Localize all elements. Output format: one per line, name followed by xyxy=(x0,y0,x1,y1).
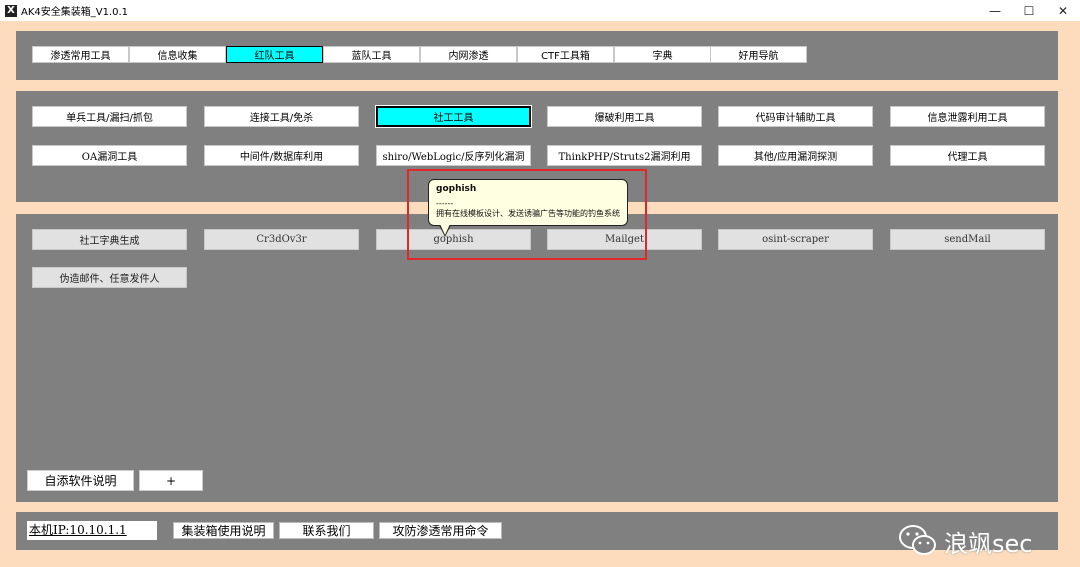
tooltip-separator: ------ xyxy=(436,199,454,208)
tooltip-tail-fill xyxy=(440,224,450,235)
tab-info-gathering[interactable]: 信息收集 xyxy=(129,46,226,63)
category-button[interactable]: OA漏洞工具 xyxy=(32,145,187,166)
local-ip-field: 本机IP:10.10.1.1 xyxy=(27,521,157,540)
tab-pentest-tools[interactable]: 渗透常用工具 xyxy=(32,46,129,63)
usage-guide-button[interactable]: 集装箱使用说明 xyxy=(173,522,274,539)
minimize-button[interactable]: — xyxy=(978,0,1012,21)
tooltip-description: 拥有在线模板设计、发送诱骗广告等功能的钓鱼系统 xyxy=(436,209,620,218)
category-button[interactable]: 代码审计辅助工具 xyxy=(718,106,873,127)
tab-intranet[interactable]: 内网渗透 xyxy=(420,46,517,63)
local-ip-label: 本机IP:10.10.1.1 xyxy=(29,523,127,537)
tab-dictionary[interactable]: 字典 xyxy=(614,46,711,63)
category-button[interactable]: 代理工具 xyxy=(890,145,1045,166)
contact-us-button[interactable]: 联系我们 xyxy=(279,522,374,539)
window-title: AK4安全集装箱_V1.0.1 xyxy=(21,7,129,18)
common-commands-button[interactable]: 攻防渗透常用命令 xyxy=(379,522,502,539)
category-button[interactable]: shiro/WebLogic/反序列化漏洞 xyxy=(376,145,531,166)
watermark-text: 浪飒sec xyxy=(944,529,1033,558)
tab-ctf[interactable]: CTF工具箱 xyxy=(517,46,614,63)
category-button[interactable]: 单兵工具/漏扫/抓包 xyxy=(32,106,187,127)
tool-button[interactable]: 社工字典生成 xyxy=(32,229,187,250)
tool-button[interactable]: osint-scraper xyxy=(718,229,873,250)
category-button[interactable]: 连接工具/免杀 xyxy=(204,106,359,127)
wechat-icon xyxy=(899,525,936,555)
self-add-explain-button[interactable]: 自添软件说明 xyxy=(27,470,134,491)
category-button[interactable]: ThinkPHP/Struts2漏洞利用 xyxy=(547,145,702,166)
tab-red-team[interactable]: 红队工具 xyxy=(226,46,323,63)
category-button[interactable]: 中间件/数据库利用 xyxy=(204,145,359,166)
tab-navigation[interactable]: 好用导航 xyxy=(710,46,807,63)
tool-button[interactable]: 伪造邮件、任意发件人 xyxy=(32,267,187,288)
maximize-button[interactable]: ☐ xyxy=(1012,0,1046,21)
category-button-social-engineering[interactable]: 社工工具 xyxy=(375,105,532,128)
close-button[interactable]: ✕ xyxy=(1046,0,1080,21)
main-frame: 渗透常用工具 信息收集 红队工具 蓝队工具 内网渗透 CTF工具箱 字典 好用导… xyxy=(0,21,1080,567)
window-controls: — ☐ ✕ xyxy=(978,0,1080,21)
category-button[interactable]: 爆破利用工具 xyxy=(547,106,702,127)
category-button[interactable]: 其他/应用漏洞探测 xyxy=(718,145,873,166)
title-bar: X AK4安全集装箱_V1.0.1 — ☐ ✕ xyxy=(0,0,1080,21)
tool-button[interactable]: Cr3dOv3r xyxy=(204,229,359,250)
tool-button[interactable]: sendMail xyxy=(890,229,1045,250)
tooltip: gophish ------ 拥有在线模板设计、发送诱骗广告等功能的钓鱼系统 xyxy=(428,179,628,237)
tab-blue-team[interactable]: 蓝队工具 xyxy=(323,46,420,63)
watermark: 浪飒sec xyxy=(898,521,1032,561)
category-button[interactable]: 信息泄露利用工具 xyxy=(890,106,1045,127)
tooltip-title: gophish xyxy=(436,184,477,194)
tab-panel: 渗透常用工具 信息收集 红队工具 蓝队工具 内网渗透 CTF工具箱 字典 好用导… xyxy=(16,31,1058,80)
app-icon: X xyxy=(5,4,17,17)
add-software-button[interactable]: + xyxy=(139,470,203,491)
